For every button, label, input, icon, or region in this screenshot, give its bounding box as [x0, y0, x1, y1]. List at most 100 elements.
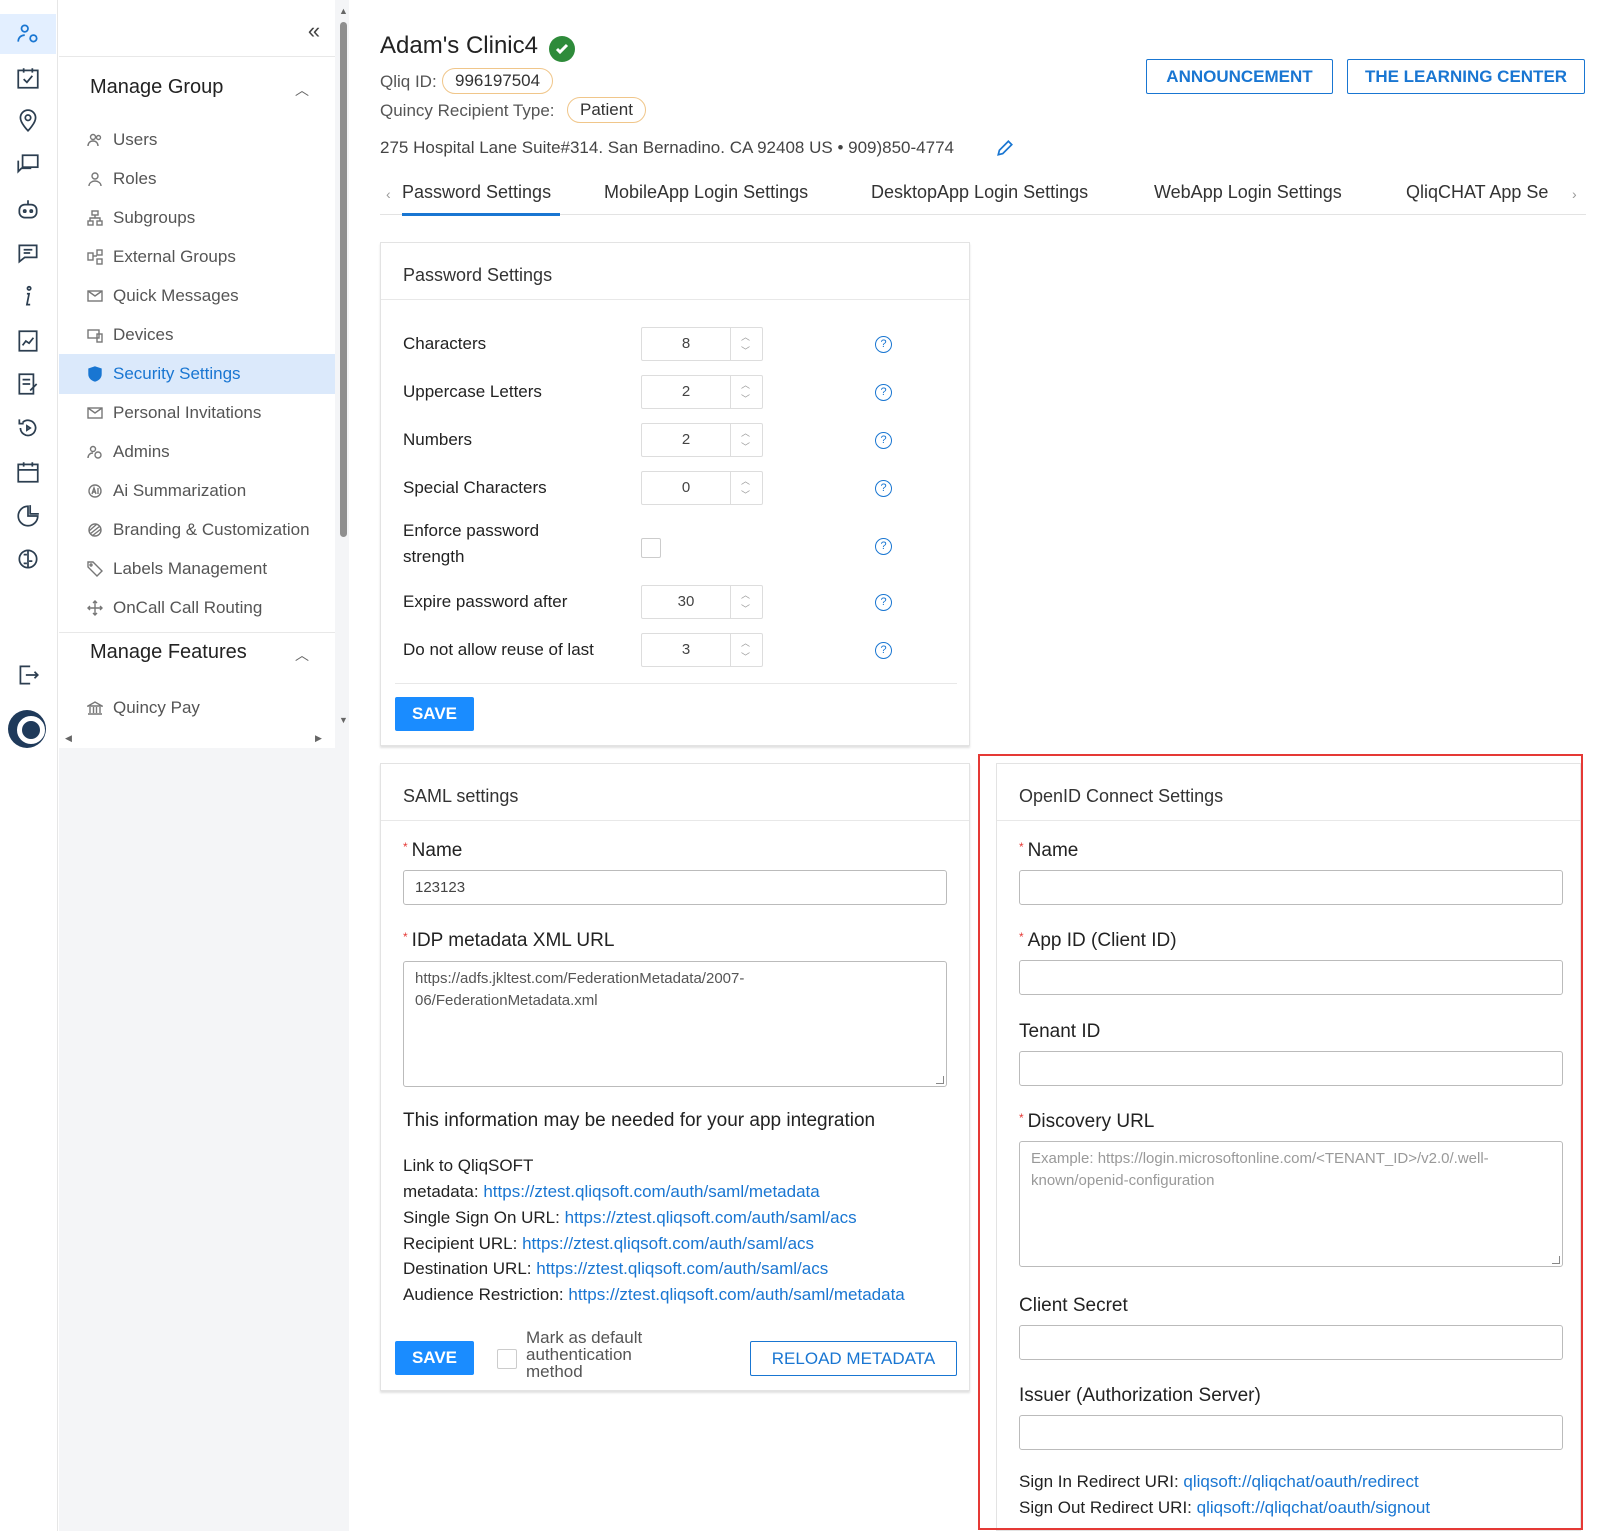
bot-icon[interactable]	[0, 190, 56, 230]
stepper-arrows[interactable]: ︿ ﹀	[730, 376, 762, 408]
stepper-value[interactable]: 30	[642, 586, 730, 618]
sidebar-item-label: Quick Messages	[113, 286, 239, 305]
expire-password-stepper[interactable]: 30 ︿ ﹀	[641, 585, 763, 619]
location-pin-icon[interactable]	[0, 101, 56, 141]
special-characters-stepper[interactable]: 0 ︿ ﹀	[641, 471, 763, 505]
stepper-arrows[interactable]: ︿ ﹀	[730, 472, 762, 504]
help-icon[interactable]: ?	[875, 384, 892, 401]
tab-webapp-login[interactable]: WebApp Login Settings	[1154, 182, 1342, 203]
tab-scroll-left-icon[interactable]: ‹	[386, 186, 391, 202]
enforce-strength-checkbox[interactable]	[641, 538, 661, 558]
sidebar-item-devices[interactable]: Devices	[59, 315, 335, 355]
brain-icon[interactable]	[0, 539, 56, 579]
quick-messages-icon	[85, 286, 105, 306]
card-divider	[381, 299, 969, 300]
help-icon[interactable]: ?	[875, 642, 892, 659]
tab-desktopapp-login[interactable]: DesktopApp Login Settings	[871, 182, 1088, 203]
help-icon[interactable]: ?	[875, 538, 892, 555]
message-bubble-icon[interactable]	[0, 233, 56, 273]
metadata-link[interactable]: https://ztest.qliqsoft.com/auth/saml/met…	[483, 1182, 819, 1201]
help-icon[interactable]: ?	[875, 594, 892, 611]
destination-link[interactable]: https://ztest.qliqsoft.com/auth/saml/acs	[536, 1259, 828, 1278]
card-title: SAML settings	[403, 786, 519, 806]
help-icon[interactable]: ?	[875, 432, 892, 449]
sidebar-item-admins[interactable]: Admins	[59, 432, 335, 472]
chevron-up-icon[interactable]: ︿	[295, 645, 309, 665]
sso-link[interactable]: https://ztest.qliqsoft.com/auth/saml/acs	[565, 1208, 857, 1227]
collapse-sidebar-icon[interactable]: «	[299, 18, 329, 43]
scroll-up-icon[interactable]: ▲	[339, 6, 348, 16]
sidebar-item-subgroups[interactable]: Subgroups	[59, 198, 335, 238]
sidebar-item-personal-invitations[interactable]: Personal Invitations	[59, 393, 335, 433]
history-icon[interactable]	[0, 408, 56, 448]
default-auth-checkbox[interactable]	[497, 1349, 517, 1369]
stepper-value[interactable]: 0	[642, 472, 730, 504]
stepper-arrows[interactable]: ︿ ﹀	[730, 586, 762, 618]
sidebar-item-users[interactable]: Users	[59, 120, 335, 160]
tabs-underline	[380, 214, 1586, 215]
subgroups-icon	[85, 208, 105, 228]
reports-icon[interactable]	[0, 321, 56, 361]
nav-group-manage-group[interactable]: Manage Group	[90, 76, 223, 99]
info-icon[interactable]	[0, 277, 56, 317]
pencil-edit-icon[interactable]	[996, 139, 1014, 157]
stepper-value[interactable]: 3	[642, 634, 730, 666]
scroll-left-icon[interactable]: ◀	[65, 733, 72, 744]
tab-password-settings[interactable]: Password Settings	[402, 182, 551, 203]
sidebar-item-roles[interactable]: Roles	[59, 159, 335, 199]
uppercase-label: Uppercase Letters	[403, 382, 542, 401]
bank-icon	[85, 698, 105, 718]
sidebar-item-label: Admins	[113, 442, 170, 461]
sidebar-item-label: OnCall Call Routing	[113, 598, 263, 617]
help-icon[interactable]: ?	[875, 336, 892, 353]
stepper-value[interactable]: 8	[642, 328, 730, 360]
sidebar-item-ai-summarization[interactable]: Ai Summarization	[59, 471, 335, 511]
stepper-value[interactable]: 2	[642, 424, 730, 456]
reuse-last-stepper[interactable]: 3 ︿ ﹀	[641, 633, 763, 667]
sidebar-vertical-scrollbar[interactable]: ▲ ▼	[337, 0, 349, 735]
calendar-icon[interactable]	[0, 452, 56, 492]
learning-center-button[interactable]: THE LEARNING CENTER	[1347, 59, 1585, 94]
sidebar-item-label: External Groups	[113, 247, 236, 266]
sidebar-item-external-groups[interactable]: External Groups	[59, 237, 335, 277]
recipient-link[interactable]: https://ztest.qliqsoft.com/auth/saml/acs	[522, 1234, 814, 1253]
characters-stepper[interactable]: 8 ︿ ﹀	[641, 327, 763, 361]
tab-qliqchat-app[interactable]: QliqCHAT App Se	[1406, 182, 1548, 203]
audience-link[interactable]: https://ztest.qliqsoft.com/auth/saml/met…	[568, 1285, 904, 1304]
saml-name-input[interactable]: 123123	[403, 870, 947, 905]
help-icon[interactable]: ?	[875, 480, 892, 497]
tab-scroll-right-icon[interactable]: ›	[1572, 186, 1577, 202]
stepper-arrows[interactable]: ︿ ﹀	[730, 328, 762, 360]
group-settings-icon[interactable]	[0, 14, 56, 54]
reload-metadata-button[interactable]: RELOAD METADATA	[750, 1341, 957, 1376]
sidebar-item-label: Subgroups	[113, 208, 196, 227]
sidebar-item-labels-management[interactable]: Labels Management	[59, 549, 335, 589]
resize-grip-icon[interactable]	[936, 1076, 944, 1084]
sidebar-item-security-settings[interactable]: Security Settings	[59, 354, 335, 394]
stepper-value[interactable]: 2	[642, 376, 730, 408]
save-saml-button[interactable]: SAVE	[395, 1341, 474, 1375]
save-password-settings-button[interactable]: SAVE	[395, 697, 474, 731]
uppercase-stepper[interactable]: 2 ︿ ﹀	[641, 375, 763, 409]
sidebar-item-quick-messages[interactable]: Quick Messages	[59, 276, 335, 316]
calendar-check-icon[interactable]	[0, 58, 56, 98]
chevron-up-icon[interactable]: ︿	[295, 80, 309, 100]
scrollbar-thumb[interactable]	[340, 22, 347, 537]
nav-group-manage-features[interactable]: Manage Features	[90, 641, 247, 664]
sidebar-item-branding[interactable]: Branding & Customization	[59, 510, 335, 550]
numbers-stepper[interactable]: 2 ︿ ﹀	[641, 423, 763, 457]
pie-chart-icon[interactable]	[0, 496, 56, 536]
tab-mobileapp-login[interactable]: MobileApp Login Settings	[604, 182, 808, 203]
sidebar-item-quincy-pay[interactable]: Quincy Pay	[59, 688, 335, 728]
stepper-arrows[interactable]: ︿ ﹀	[730, 424, 762, 456]
clinic-address: 275 Hospital Lane Suite#314. San Bernadi…	[380, 138, 954, 157]
scroll-down-icon[interactable]: ▼	[339, 715, 348, 725]
idp-metadata-textarea[interactable]: https://adfs.jkltest.com/FederationMetad…	[403, 961, 947, 1087]
edit-document-icon[interactable]	[0, 364, 56, 404]
sidebar-item-oncall-routing[interactable]: OnCall Call Routing	[59, 588, 335, 628]
logout-icon[interactable]	[0, 655, 56, 695]
stepper-arrows[interactable]: ︿ ﹀	[730, 634, 762, 666]
chat-windows-icon[interactable]	[0, 145, 56, 185]
announcement-button[interactable]: ANNOUNCEMENT	[1146, 59, 1333, 94]
scroll-right-icon[interactable]: ▶	[315, 733, 322, 744]
